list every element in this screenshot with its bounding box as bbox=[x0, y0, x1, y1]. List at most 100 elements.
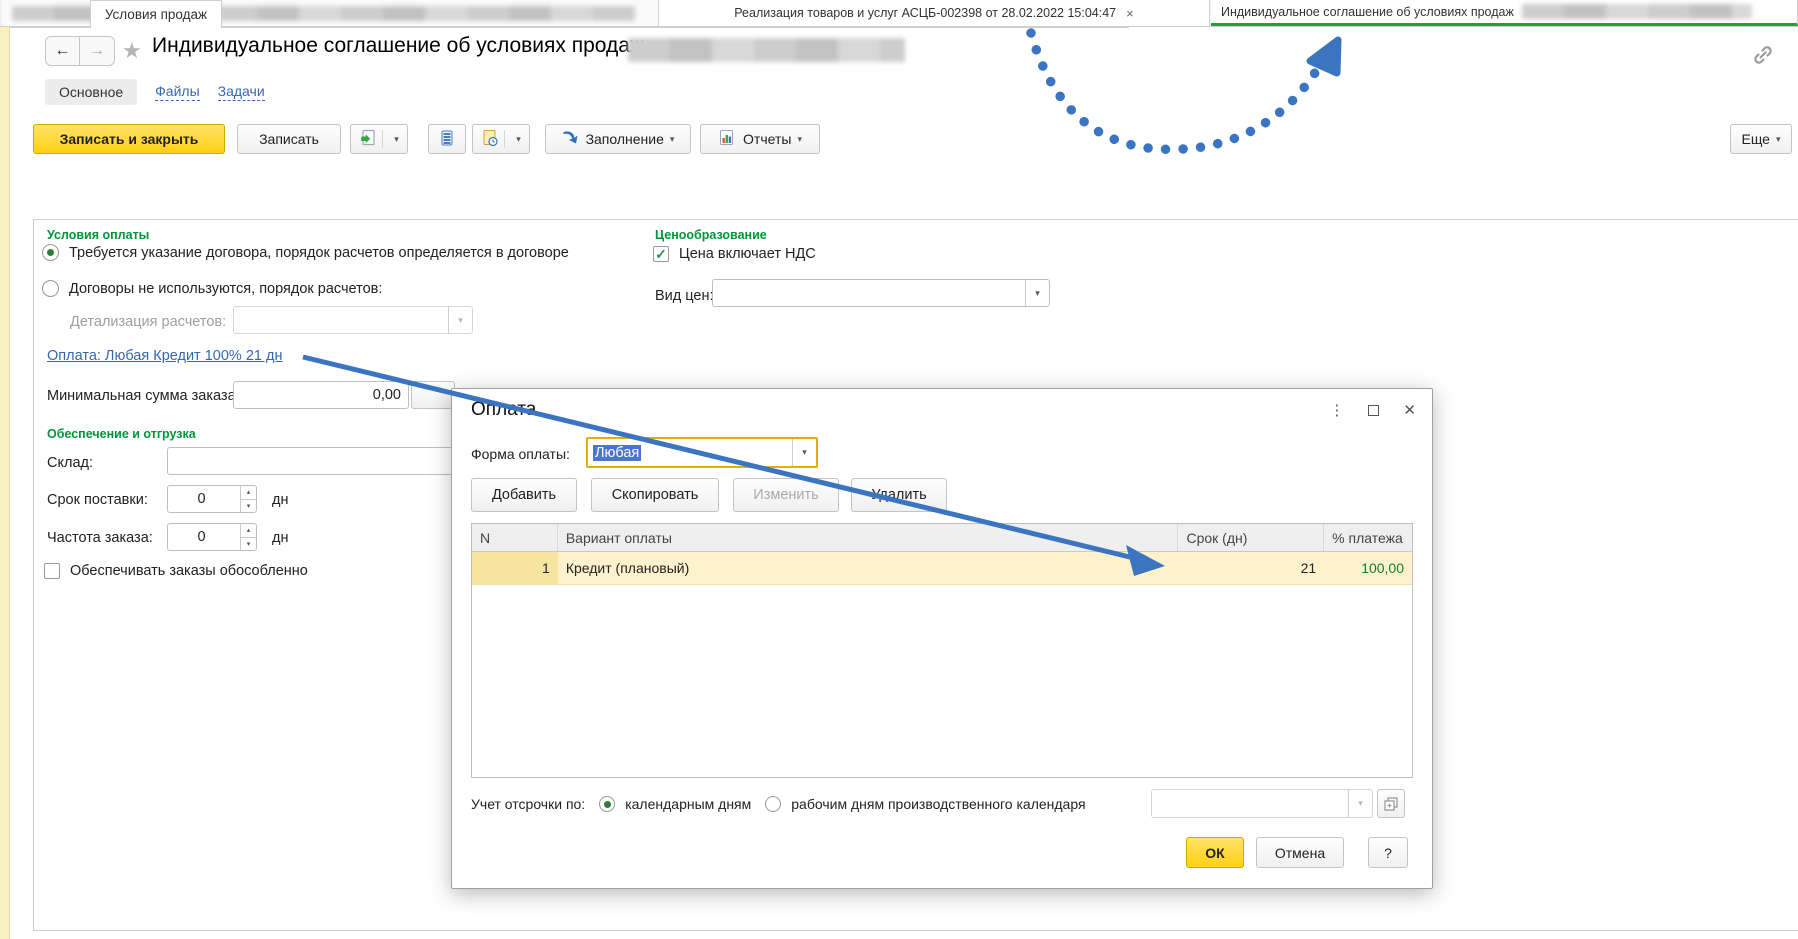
warehouse-label: Склад: bbox=[47, 455, 93, 471]
save-and-close-label: Записать и закрыть bbox=[60, 131, 199, 147]
order-frequency-label: Частота заказа: bbox=[47, 530, 153, 546]
tab-close-icon[interactable]: × bbox=[1126, 6, 1134, 21]
left-panel-strip bbox=[0, 27, 10, 939]
dropdown-section[interactable]: ▾ bbox=[792, 439, 816, 466]
payment-form-select[interactable]: Любая ▾ bbox=[586, 437, 818, 468]
close-icon[interactable]: ✕ bbox=[1403, 401, 1416, 419]
browser-tab-bar: Реализация товаров и услуг АСЦБ-002398 о… bbox=[0, 0, 1798, 27]
dialog-buttons: ОК Отмена ? bbox=[1186, 837, 1408, 868]
censored-title-suffix bbox=[628, 38, 905, 62]
radio-icon bbox=[42, 244, 59, 261]
add-label: Добавить bbox=[492, 487, 556, 503]
edit-button[interactable]: Изменить bbox=[733, 478, 839, 512]
dropdown-section[interactable]: ▾ bbox=[1348, 790, 1372, 817]
save-label: Записать bbox=[259, 131, 319, 147]
post-document-button[interactable]: ▾ bbox=[350, 124, 408, 154]
link-icon[interactable] bbox=[1750, 42, 1776, 73]
favorite-star-icon[interactable]: ★ bbox=[122, 38, 142, 64]
kebab-menu-icon[interactable]: ⋮ bbox=[1329, 403, 1344, 418]
radio-label: Требуется указание договора, порядок рас… bbox=[69, 245, 569, 261]
spin-up-icon[interactable]: ▴ bbox=[241, 486, 256, 500]
back-button[interactable]: ← bbox=[46, 37, 80, 65]
copy-button[interactable]: Скопировать bbox=[591, 478, 719, 512]
add-button[interactable]: Добавить bbox=[471, 478, 577, 512]
nav-tasks[interactable]: Задачи bbox=[218, 83, 265, 101]
object-nav-links: Основное Файлы Задачи bbox=[45, 78, 265, 106]
chevron-down-icon: ▾ bbox=[1358, 798, 1363, 809]
delivery-term-value: 0 bbox=[197, 491, 210, 507]
dialog-window-controls: ⋮ ✕ bbox=[1329, 401, 1416, 419]
table-row[interactable]: 1 Кредит (плановый) 21 100,00 bbox=[472, 552, 1412, 585]
choose-from-list-button[interactable] bbox=[1377, 789, 1405, 818]
dropdown-section[interactable]: ▾ bbox=[1025, 280, 1049, 306]
payment-link[interactable]: Оплата: Любая Кредит 100% 21 дн bbox=[47, 348, 282, 364]
dropdown-section[interactable]: ▾ bbox=[448, 307, 472, 333]
history-nav: ← → bbox=[45, 36, 115, 66]
cell-percent[interactable]: 100,00 bbox=[1324, 552, 1412, 585]
nav-files[interactable]: Файлы bbox=[155, 83, 199, 101]
order-frequency-stepper[interactable]: 0 ▴ ▾ bbox=[167, 523, 257, 551]
radio-no-contracts[interactable]: Договоры не используются, порядок расчет… bbox=[42, 280, 382, 297]
col-term[interactable]: Срок (дн) bbox=[1178, 524, 1324, 551]
delivery-term-stepper[interactable]: 0 ▴ ▾ bbox=[167, 485, 257, 513]
dotted-arrow-curve bbox=[1031, 33, 1325, 149]
browser-tab-document[interactable]: Реализация товаров и услуг АСЦБ-002398 о… bbox=[659, 0, 1210, 26]
radio-work-days[interactable]: рабочим дням производственного календаря bbox=[765, 796, 1085, 812]
tab-label: Условия продаж bbox=[105, 7, 207, 22]
cancel-button[interactable]: Отмена bbox=[1256, 837, 1344, 868]
structure-button[interactable] bbox=[428, 124, 466, 154]
chevron-down-icon: ▾ bbox=[516, 134, 521, 145]
reports-button[interactable]: Отчеты ▾ bbox=[700, 124, 820, 154]
chevron-down-icon: ▾ bbox=[394, 134, 399, 145]
spin-buttons[interactable]: ▴ ▾ bbox=[240, 524, 256, 550]
cell-term[interactable]: 21 bbox=[1178, 552, 1324, 585]
cell-variant[interactable]: Кредит (плановый) bbox=[558, 552, 1179, 585]
cell-n[interactable]: 1 bbox=[472, 552, 558, 585]
checkbox-label: Цена включает НДС bbox=[679, 246, 816, 262]
spin-down-icon[interactable]: ▾ bbox=[241, 500, 256, 513]
spin-down-icon[interactable]: ▾ bbox=[241, 538, 256, 551]
browser-tab-agreement-label: Индивидуальное соглашение об условиях пр… bbox=[1221, 5, 1514, 19]
separate-orders-checkbox[interactable]: Обеспечивать заказы обособленно bbox=[44, 563, 308, 579]
radio-label: Договоры не используются, порядок расчет… bbox=[69, 281, 382, 297]
browser-tab-agreement[interactable]: Индивидуальное соглашение об условиях пр… bbox=[1211, 0, 1798, 26]
min-sum-input[interactable]: 0,00 bbox=[233, 381, 409, 409]
page-title: Индивидуальное соглашение об условиях пр… bbox=[152, 34, 644, 58]
save-button[interactable]: Записать bbox=[237, 124, 341, 154]
radio-icon bbox=[42, 280, 59, 297]
ok-label: ОК bbox=[1205, 845, 1224, 861]
price-type-label: Вид цен: bbox=[655, 288, 714, 304]
price-type-select[interactable]: ▾ bbox=[712, 279, 1050, 307]
col-n[interactable]: N bbox=[472, 524, 558, 551]
col-percent[interactable]: % платежа bbox=[1324, 524, 1412, 551]
calendar-select[interactable]: ▾ bbox=[1151, 789, 1373, 818]
delete-button[interactable]: Удалить bbox=[851, 478, 947, 512]
detail-settlements-select[interactable]: ▾ bbox=[233, 306, 473, 334]
ok-button[interactable]: ОК bbox=[1186, 837, 1244, 868]
fill-button[interactable]: Заполнение ▾ bbox=[545, 124, 691, 154]
forward-button[interactable]: → bbox=[80, 37, 114, 65]
chevron-down-icon: ▾ bbox=[797, 134, 802, 145]
save-and-close-button[interactable]: Записать и закрыть bbox=[33, 124, 225, 154]
schedule-button[interactable]: ▾ bbox=[472, 124, 530, 154]
nav-main[interactable]: Основное bbox=[45, 79, 137, 105]
order-frequency-value: 0 bbox=[197, 529, 210, 545]
more-button[interactable]: Еще ▾ bbox=[1730, 124, 1792, 154]
payment-dialog: Оплата ⋮ ✕ Форма оплаты: Любая ▾ Добавит… bbox=[451, 388, 1433, 889]
help-button[interactable]: ? bbox=[1368, 837, 1408, 868]
browser-tab-hidden-2[interactable] bbox=[203, 0, 659, 26]
radio-contract-required[interactable]: Требуется указание договора, порядок рас… bbox=[42, 244, 569, 261]
spin-buttons[interactable]: ▴ ▾ bbox=[240, 486, 256, 512]
tab-usloviya-prodazh[interactable]: Условия продаж bbox=[90, 0, 222, 28]
col-variant[interactable]: Вариант оплаты bbox=[558, 524, 1179, 551]
maximize-icon[interactable] bbox=[1368, 405, 1379, 416]
checkbox-checked-icon: ✓ bbox=[653, 246, 669, 262]
order-frequency-unit: дн bbox=[272, 530, 288, 546]
chevron-down-icon: ▾ bbox=[458, 315, 463, 326]
vat-included-checkbox[interactable]: ✓ Цена включает НДС bbox=[653, 246, 816, 262]
radio-calendar-days[interactable]: календарным дням bbox=[599, 796, 751, 812]
spin-up-icon[interactable]: ▴ bbox=[241, 524, 256, 538]
deferral-label: Учет отсрочки по: bbox=[471, 796, 585, 812]
dialog-title: Оплата bbox=[471, 399, 536, 421]
min-sum-clear-button[interactable] bbox=[411, 381, 455, 409]
